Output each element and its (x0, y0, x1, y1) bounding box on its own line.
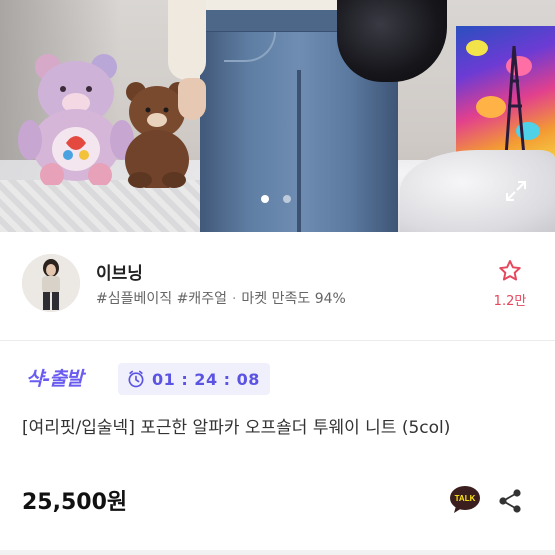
svg-text:TALK: TALK (455, 494, 476, 503)
shop-hashtags[interactable]: #심플베이직 #캐주얼 (96, 291, 227, 307)
shop-info: 이브닝 #심플베이직 #캐주얼 · 마켓 만족도 94% 1.2만 (0, 232, 555, 340)
shop-tags: #심플베이직 #캐주얼 · 마켓 만족도 94% (96, 288, 346, 308)
timer-text: 01 : 24 : 08 (152, 369, 260, 389)
blanket (400, 150, 555, 232)
star-icon (499, 260, 521, 281)
product-image[interactable] (0, 0, 555, 232)
favorite-button[interactable]: 1.2만 (488, 258, 532, 310)
hand (178, 78, 206, 120)
gallery-dot[interactable] (283, 195, 291, 203)
product-title: [여리핏/입술넥] 포근한 알파카 오프숄더 투웨이 니트 (5col) (22, 418, 451, 438)
market-satisfaction: 마켓 만족도 94% (241, 291, 346, 307)
gallery-dot-active[interactable] (261, 195, 269, 203)
bottom-separator (0, 550, 555, 555)
clock-icon (128, 370, 144, 388)
gallery-indicator (261, 195, 301, 205)
shop-name[interactable]: 이브닝 (96, 259, 143, 284)
black-bag (337, 0, 447, 82)
tag-separator: · (231, 291, 237, 307)
favorite-count: 1.2만 (493, 294, 527, 309)
deal-timer: 01 : 24 : 08 (118, 363, 270, 395)
eiffel-painting (456, 26, 555, 166)
product-price: 25,500원 (22, 490, 128, 515)
expand-icon[interactable] (504, 179, 528, 203)
shop-avatar[interactable] (22, 254, 80, 312)
kakao-talk-button[interactable]: TALK (449, 485, 481, 515)
sweater-sleeve (168, 0, 206, 80)
deal-badge: 샥-출발 (26, 368, 83, 390)
section-divider (0, 340, 555, 341)
kakao-talk-icon: TALK (450, 486, 480, 513)
share-icon[interactable] (498, 488, 522, 514)
